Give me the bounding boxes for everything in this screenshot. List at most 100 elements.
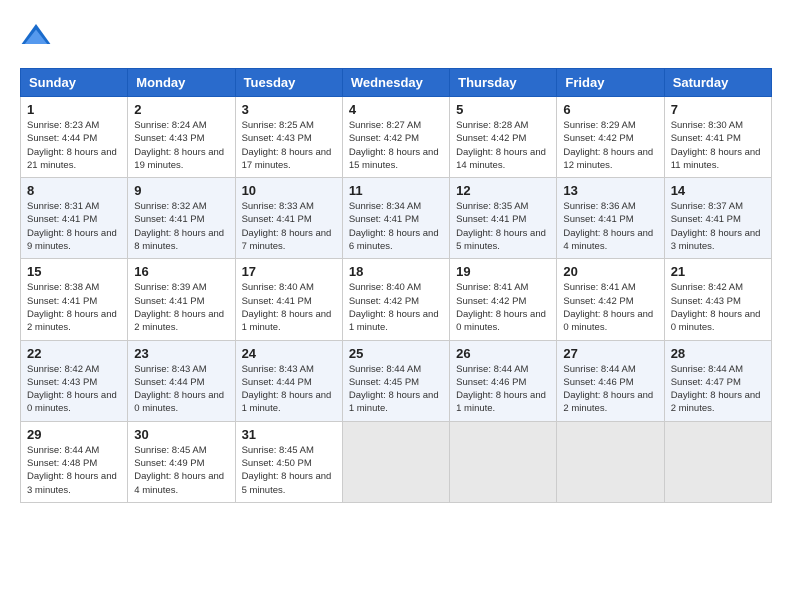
day-number: 7	[671, 102, 765, 117]
cell-info: Sunrise: 8:43 AM Sunset: 4:44 PM Dayligh…	[242, 363, 336, 416]
logo	[20, 20, 56, 52]
calendar-cell: 30Sunrise: 8:45 AM Sunset: 4:49 PM Dayli…	[128, 421, 235, 502]
day-number: 26	[456, 346, 550, 361]
calendar-cell: 16 Sunrise: 8:39 AM Sunset: 4:41 PM Dayli…	[128, 259, 235, 340]
calendar-header-row: SundayMondayTuesdayWednesdayThursdayFrid…	[21, 69, 772, 97]
day-number: 23	[134, 346, 228, 361]
day-number: 18	[349, 264, 443, 279]
cell-info: Sunrise: 8:29 AM Sunset: 4:42 PM Dayligh…	[563, 119, 657, 172]
day-number: 17	[242, 264, 336, 279]
day-number: 28	[671, 346, 765, 361]
day-number: 24	[242, 346, 336, 361]
day-number: 27	[563, 346, 657, 361]
calendar-week-row: 1 Sunrise: 8:23 AM Sunset: 4:44 PM Daylig…	[21, 97, 772, 178]
cell-info: Sunrise: 8:35 AM Sunset: 4:41 PM Dayligh…	[456, 200, 550, 253]
calendar-cell: 13 Sunrise: 8:36 AM Sunset: 4:41 PM Dayli…	[557, 178, 664, 259]
day-number: 15	[27, 264, 121, 279]
calendar-cell: 19 Sunrise: 8:41 AM Sunset: 4:42 PM Dayli…	[450, 259, 557, 340]
cell-info: Sunrise: 8:44 AM Sunset: 4:45 PM Dayligh…	[349, 363, 443, 416]
cell-info: Sunrise: 8:38 AM Sunset: 4:41 PM Dayligh…	[27, 281, 121, 334]
day-number: 5	[456, 102, 550, 117]
day-number: 12	[456, 183, 550, 198]
calendar-cell	[557, 421, 664, 502]
cell-info: Sunrise: 8:25 AM Sunset: 4:43 PM Dayligh…	[242, 119, 336, 172]
day-number: 1	[27, 102, 121, 117]
day-of-week-header: Friday	[557, 69, 664, 97]
cell-info: Sunrise: 8:44 AM Sunset: 4:47 PM Dayligh…	[671, 363, 765, 416]
cell-info: Sunrise: 8:27 AM Sunset: 4:42 PM Dayligh…	[349, 119, 443, 172]
day-number: 8	[27, 183, 121, 198]
day-of-week-header: Thursday	[450, 69, 557, 97]
calendar-week-row: 8 Sunrise: 8:31 AM Sunset: 4:41 PM Daylig…	[21, 178, 772, 259]
calendar-cell: 21 Sunrise: 8:42 AM Sunset: 4:43 PM Dayli…	[664, 259, 771, 340]
cell-info: Sunrise: 8:41 AM Sunset: 4:42 PM Dayligh…	[456, 281, 550, 334]
cell-info: Sunrise: 8:44 AM Sunset: 4:48 PM Dayligh…	[27, 444, 121, 497]
cell-info: Sunrise: 8:40 AM Sunset: 4:41 PM Dayligh…	[242, 281, 336, 334]
calendar-cell: 11 Sunrise: 8:34 AM Sunset: 4:41 PM Dayli…	[342, 178, 449, 259]
calendar-cell: 4 Sunrise: 8:27 AM Sunset: 4:42 PM Daylig…	[342, 97, 449, 178]
day-number: 10	[242, 183, 336, 198]
day-of-week-header: Monday	[128, 69, 235, 97]
calendar-cell: 7 Sunrise: 8:30 AM Sunset: 4:41 PM Daylig…	[664, 97, 771, 178]
cell-info: Sunrise: 8:28 AM Sunset: 4:42 PM Dayligh…	[456, 119, 550, 172]
day-number: 9	[134, 183, 228, 198]
day-number: 29	[27, 427, 121, 442]
cell-info: Sunrise: 8:42 AM Sunset: 4:43 PM Dayligh…	[27, 363, 121, 416]
cell-info: Sunrise: 8:36 AM Sunset: 4:41 PM Dayligh…	[563, 200, 657, 253]
day-number: 16	[134, 264, 228, 279]
day-number: 4	[349, 102, 443, 117]
cell-info: Sunrise: 8:23 AM Sunset: 4:44 PM Dayligh…	[27, 119, 121, 172]
cell-info: Sunrise: 8:34 AM Sunset: 4:41 PM Dayligh…	[349, 200, 443, 253]
cell-info: Sunrise: 8:30 AM Sunset: 4:41 PM Dayligh…	[671, 119, 765, 172]
cell-info: Sunrise: 8:32 AM Sunset: 4:41 PM Dayligh…	[134, 200, 228, 253]
calendar-cell: 22 Sunrise: 8:42 AM Sunset: 4:43 PM Dayli…	[21, 340, 128, 421]
logo-icon	[20, 20, 52, 52]
calendar-cell	[664, 421, 771, 502]
calendar-table: SundayMondayTuesdayWednesdayThursdayFrid…	[20, 68, 772, 503]
cell-info: Sunrise: 8:45 AM Sunset: 4:50 PM Dayligh…	[242, 444, 336, 497]
calendar-cell: 2Sunrise: 8:24 AM Sunset: 4:43 PM Daylig…	[128, 97, 235, 178]
calendar-cell: 10 Sunrise: 8:33 AM Sunset: 4:41 PM Dayli…	[235, 178, 342, 259]
day-number: 21	[671, 264, 765, 279]
calendar-cell: 31 Sunrise: 8:45 AM Sunset: 4:50 PM Dayli…	[235, 421, 342, 502]
calendar-week-row: 22 Sunrise: 8:42 AM Sunset: 4:43 PM Dayli…	[21, 340, 772, 421]
cell-info: Sunrise: 8:33 AM Sunset: 4:41 PM Dayligh…	[242, 200, 336, 253]
calendar-cell: 24 Sunrise: 8:43 AM Sunset: 4:44 PM Dayli…	[235, 340, 342, 421]
day-number: 2	[134, 102, 228, 117]
cell-info: Sunrise: 8:39 AM Sunset: 4:41 PM Dayligh…	[134, 281, 228, 334]
day-of-week-header: Sunday	[21, 69, 128, 97]
day-number: 6	[563, 102, 657, 117]
calendar-cell: 29 Sunrise: 8:44 AM Sunset: 4:48 PM Dayli…	[21, 421, 128, 502]
calendar-cell: 6 Sunrise: 8:29 AM Sunset: 4:42 PM Daylig…	[557, 97, 664, 178]
calendar-cell-day1: 1 Sunrise: 8:23 AM Sunset: 4:44 PM Daylig…	[21, 97, 128, 178]
calendar-week-row: 15 Sunrise: 8:38 AM Sunset: 4:41 PM Dayli…	[21, 259, 772, 340]
day-number: 13	[563, 183, 657, 198]
cell-info: Sunrise: 8:42 AM Sunset: 4:43 PM Dayligh…	[671, 281, 765, 334]
cell-info: Sunrise: 8:44 AM Sunset: 4:46 PM Dayligh…	[456, 363, 550, 416]
calendar-cell: 17 Sunrise: 8:40 AM Sunset: 4:41 PM Dayli…	[235, 259, 342, 340]
calendar-cell: 28 Sunrise: 8:44 AM Sunset: 4:47 PM Dayli…	[664, 340, 771, 421]
day-number: 3	[242, 102, 336, 117]
day-of-week-header: Tuesday	[235, 69, 342, 97]
day-number: 19	[456, 264, 550, 279]
day-of-week-header: Wednesday	[342, 69, 449, 97]
page-header	[20, 20, 772, 52]
calendar-cell: 8 Sunrise: 8:31 AM Sunset: 4:41 PM Daylig…	[21, 178, 128, 259]
calendar-cell: 12 Sunrise: 8:35 AM Sunset: 4:41 PM Dayli…	[450, 178, 557, 259]
calendar-cell	[450, 421, 557, 502]
calendar-cell: 20 Sunrise: 8:41 AM Sunset: 4:42 PM Dayli…	[557, 259, 664, 340]
calendar-cell: 3 Sunrise: 8:25 AM Sunset: 4:43 PM Daylig…	[235, 97, 342, 178]
calendar-cell: 27Sunrise: 8:44 AM Sunset: 4:46 PM Dayli…	[557, 340, 664, 421]
day-number: 20	[563, 264, 657, 279]
cell-info: Sunrise: 8:31 AM Sunset: 4:41 PM Dayligh…	[27, 200, 121, 253]
cell-info: Sunrise: 8:41 AM Sunset: 4:42 PM Dayligh…	[563, 281, 657, 334]
calendar-cell: 18 Sunrise: 8:40 AM Sunset: 4:42 PM Dayli…	[342, 259, 449, 340]
calendar-cell: 26 Sunrise: 8:44 AM Sunset: 4:46 PM Dayli…	[450, 340, 557, 421]
day-number: 11	[349, 183, 443, 198]
day-number: 22	[27, 346, 121, 361]
day-number: 30	[134, 427, 228, 442]
day-number: 31	[242, 427, 336, 442]
calendar-cell	[342, 421, 449, 502]
calendar-cell: 23Sunrise: 8:43 AM Sunset: 4:44 PM Dayli…	[128, 340, 235, 421]
cell-info: Sunrise: 8:40 AM Sunset: 4:42 PM Dayligh…	[349, 281, 443, 334]
